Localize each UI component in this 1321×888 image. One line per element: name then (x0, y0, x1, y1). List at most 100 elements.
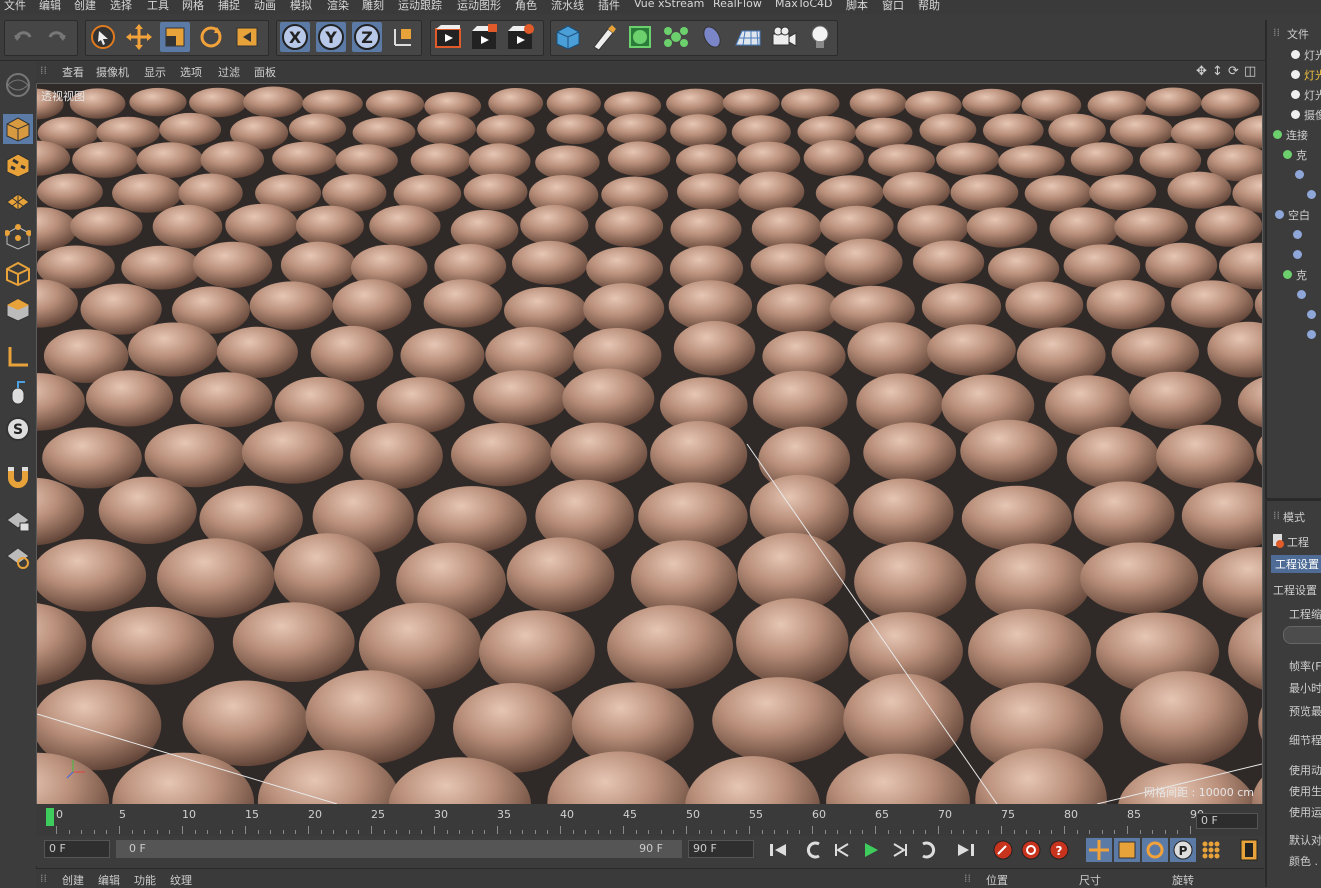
object-tree-row[interactable] (1267, 326, 1321, 346)
render-view-icon[interactable] (433, 22, 463, 52)
object-tree-row[interactable]: 灯光 (1267, 66, 1321, 86)
magnet-snap-icon[interactable] (3, 462, 33, 492)
x-axis-icon[interactable]: X (280, 22, 310, 52)
y-axis-icon[interactable]: Y (316, 22, 346, 52)
object-tree-row[interactable] (1267, 226, 1321, 246)
next-key-icon[interactable] (914, 838, 940, 862)
texture-mode-icon[interactable] (3, 150, 33, 180)
current-frame-field[interactable]: 0 F (1196, 813, 1258, 829)
menu-mograph[interactable]: 运动图形 (457, 0, 501, 13)
object-tree-row[interactable]: 摄像 (1267, 106, 1321, 126)
points-mode-icon[interactable] (3, 222, 33, 252)
key-scale-icon[interactable] (1114, 838, 1140, 862)
viewport-menu-cameras[interactable]: 摄像机 (96, 64, 129, 80)
bottom-menu-edit[interactable]: 编辑 (98, 872, 120, 888)
undo-icon[interactable] (8, 22, 38, 52)
object-tree-row[interactable]: 连接 (1267, 126, 1321, 146)
menu-render[interactable]: 渲染 (327, 0, 349, 13)
workplane-icon[interactable] (3, 186, 33, 216)
menu-file[interactable]: 文件 (4, 0, 26, 13)
menu-animate[interactable]: 动画 (254, 0, 276, 13)
scale-tool-icon[interactable] (160, 22, 190, 52)
object-tree-row[interactable] (1267, 286, 1321, 306)
menu-tools[interactable]: 工具 (147, 0, 169, 13)
cube-icon[interactable] (553, 22, 583, 52)
menu-create[interactable]: 创建 (74, 0, 96, 13)
object-tree-row[interactable] (1267, 306, 1321, 326)
key-position-icon[interactable] (1086, 838, 1112, 862)
record-keys-icon[interactable] (990, 838, 1016, 862)
viewport-menu-view[interactable]: 查看 (62, 64, 84, 80)
axis-mode-icon[interactable] (3, 342, 33, 372)
object-tree-row[interactable]: 灯光 (1267, 46, 1321, 66)
menu-character[interactable]: 角色 (515, 0, 537, 13)
model-mode-icon[interactable] (3, 114, 33, 144)
object-tree-row[interactable]: 灯光 (1267, 86, 1321, 106)
object-tree-row[interactable]: 克 (1267, 266, 1321, 286)
object-tree-row[interactable] (1267, 166, 1321, 186)
next-frame-icon[interactable] (886, 838, 912, 862)
viewport-zoom-icon[interactable]: ↕ (1212, 64, 1223, 79)
cloner-icon[interactable] (661, 22, 691, 52)
timeline-window-icon[interactable] (1236, 838, 1262, 862)
locked-workplane-icon[interactable] (3, 506, 33, 536)
menu-mesh[interactable]: 网格 (182, 0, 204, 13)
viewport-menu-panel[interactable]: 面板 (254, 64, 276, 80)
viewport-rotate-icon[interactable]: ⟳ (1228, 64, 1239, 79)
object-tree-row[interactable]: 克 (1267, 146, 1321, 166)
move-tool-icon[interactable] (124, 22, 154, 52)
viewport-menu-options[interactable]: 选项 (180, 64, 202, 80)
tweak-mode-icon[interactable] (3, 378, 33, 408)
polygons-mode-icon[interactable] (3, 294, 33, 324)
project-settings-tab[interactable]: 工程设置 (1271, 555, 1321, 573)
attributes-mode-tab[interactable]: 模式 (1283, 509, 1305, 525)
menu-snap[interactable]: 捕捉 (218, 0, 240, 13)
render-picture-viewer-icon[interactable] (469, 22, 499, 52)
menu-edit[interactable]: 编辑 (39, 0, 61, 13)
project-scale-slider[interactable] (1283, 626, 1321, 644)
viewport-menu-filter[interactable]: 过滤 (218, 64, 240, 80)
coordinate-system-icon[interactable] (388, 22, 418, 52)
prev-key-icon[interactable] (802, 838, 828, 862)
bottom-menu-function[interactable]: 功能 (134, 872, 156, 888)
rotate-tool-icon[interactable] (196, 22, 226, 52)
bottom-menu-create[interactable]: 创建 (62, 872, 84, 888)
viewport-menu-display[interactable]: 显示 (144, 64, 166, 80)
menu-simulate[interactable]: 模拟 (290, 0, 312, 13)
auto-key-icon[interactable] (1018, 838, 1044, 862)
end-frame-field[interactable]: 90 F (688, 840, 754, 858)
key-parameter-icon[interactable]: P (1170, 838, 1196, 862)
subdivision-surface-icon[interactable] (625, 22, 655, 52)
perspective-viewport[interactable]: 透视视图 网格间距 : 10000 cm (36, 83, 1263, 805)
bottom-menu-texture[interactable]: 纹理 (170, 872, 192, 888)
prev-frame-icon[interactable] (830, 838, 856, 862)
planar-workplane-icon[interactable] (3, 542, 33, 572)
menu-script[interactable]: 脚本 (846, 0, 868, 13)
menu-pipeline[interactable]: 流水线 (551, 0, 584, 13)
recent-tool-icon[interactable] (232, 22, 262, 52)
deformer-icon[interactable] (697, 22, 727, 52)
viewport-maximize-icon[interactable]: ◫ (1244, 64, 1256, 79)
viewport-move-icon[interactable]: ✥ (1196, 64, 1207, 79)
keyframe-selection-icon[interactable]: ? (1046, 838, 1072, 862)
edges-mode-icon[interactable] (3, 258, 33, 288)
menu-window[interactable]: 窗口 (882, 0, 904, 13)
z-axis-icon[interactable]: Z (352, 22, 382, 52)
pen-spline-icon[interactable] (589, 22, 619, 52)
timeline-ruler[interactable]: 051015202530354045505560657075808590 (36, 804, 1264, 836)
object-tree-row[interactable] (1267, 246, 1321, 266)
goto-start-icon[interactable] (766, 838, 792, 862)
menu-vue-xstream[interactable]: Vue xStream (634, 0, 704, 10)
menu-help[interactable]: 帮助 (918, 0, 940, 13)
scene-ball-icon[interactable] (3, 70, 33, 100)
play-icon[interactable] (858, 838, 884, 862)
menu-sculpt[interactable]: 雕刻 (362, 0, 384, 13)
light-icon[interactable] (805, 22, 835, 52)
snap-s-icon[interactable]: S (3, 414, 33, 444)
goto-end-icon[interactable] (952, 838, 978, 862)
object-tree-row[interactable] (1267, 186, 1321, 206)
floor-icon[interactable] (733, 22, 763, 52)
select-tool-icon[interactable] (88, 22, 118, 52)
render-settings-icon[interactable] (505, 22, 535, 52)
object-tree-row[interactable]: 空白 (1267, 206, 1321, 226)
